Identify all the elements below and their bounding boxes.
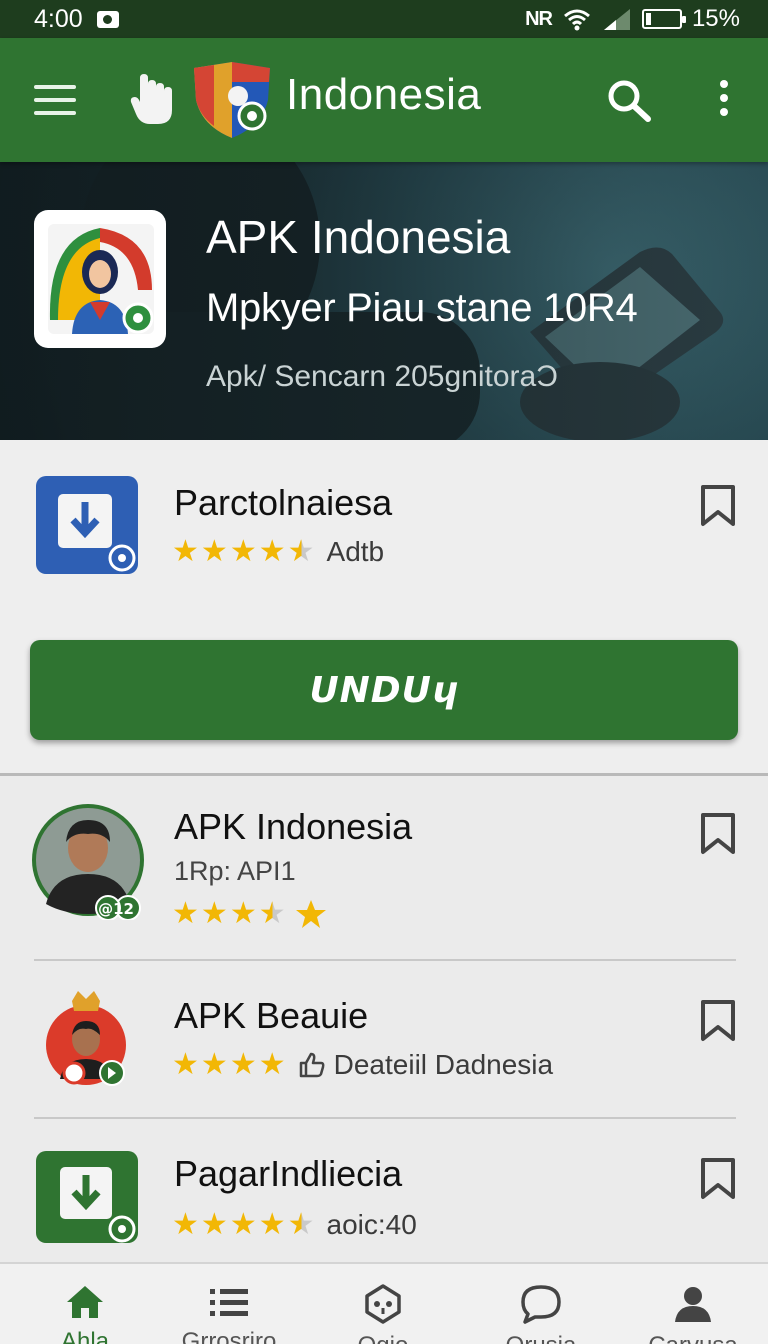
nav-home[interactable]: Ahla [20, 1284, 150, 1344]
game-icon [365, 1284, 401, 1324]
app-name[interactable]: APK Indonesia [174, 806, 412, 848]
app-icon [36, 1151, 138, 1243]
bookmark-icon[interactable] [698, 484, 738, 528]
more-vert-icon-dot [720, 108, 728, 116]
star-icon: ★ [229, 535, 257, 568]
list-item[interactable]: PagarIndliecia ★★★★★ aoic:40 [0, 1119, 768, 1262]
status-time: 4:00 [34, 4, 83, 33]
app-subtitle: 1Rp: API1 [174, 856, 296, 886]
star-icon: ★ [229, 1208, 257, 1241]
featured-app-name[interactable]: Parctolnaiesa [174, 482, 392, 524]
half-star-icon: ★ [287, 1208, 315, 1241]
half-star-icon: ★ [258, 897, 286, 930]
star-icon: ★ [258, 1208, 286, 1241]
nav-profile[interactable]: Carvusa [628, 1284, 758, 1344]
star-icon: ★ [258, 1048, 286, 1081]
battery-percent: 15% [691, 5, 740, 32]
thumbs-up-icon [299, 1052, 325, 1078]
star-icon: ★ [200, 1208, 228, 1241]
app-avatar-icon [46, 991, 126, 1086]
app-title: Indonesia [286, 70, 482, 119]
list-item[interactable]: APK Beauie ★★★★ Deateiil Dadnesia [0, 961, 768, 1117]
hero-title: APK Indonesia [206, 211, 511, 263]
star-icon: ★ [200, 535, 228, 568]
star-rating: ★★★★★ [172, 536, 317, 568]
wifi-icon [563, 9, 590, 31]
nav-label: Carvusa [628, 1332, 758, 1344]
search-icon[interactable] [606, 78, 652, 122]
app-detail: aoic:40 [326, 1209, 417, 1240]
app-detail: Deateiil Dadnesia [333, 1049, 554, 1080]
status-bar: 4:00 NR 15% [0, 0, 768, 38]
app-badge: @12 [98, 900, 134, 918]
star-icon: ★ [172, 535, 199, 568]
star-icon: ★ [229, 897, 257, 930]
status-indicators: NR 15% [525, 5, 740, 33]
menu-icon-line [34, 98, 76, 102]
nav-categories[interactable]: Grrosriro [164, 1284, 294, 1344]
download-icon [60, 1167, 136, 1243]
menu-icon-line [34, 111, 76, 115]
nav-label: Grrosriro [181, 1328, 277, 1344]
star-icon: ★ [258, 535, 286, 568]
battery-icon [641, 9, 686, 29]
star-icon: ★ [200, 1048, 228, 1081]
award-icon [295, 900, 326, 928]
list-icon [210, 1289, 248, 1316]
nav-chat[interactable]: Orusia [476, 1284, 606, 1344]
app-rating: ★★★★ [172, 898, 328, 930]
chat-icon [521, 1285, 561, 1324]
star-icon: ★ [172, 897, 199, 930]
nav-label: Orusia [476, 1332, 606, 1344]
bookmark-icon[interactable] [698, 812, 738, 856]
hero-meta: Apk/ Sencarn 205gnitoraƆ [206, 360, 558, 393]
menu-icon-line [34, 85, 76, 89]
half-star-icon: ★ [287, 535, 315, 568]
featured-rating: ★★★★★ Adtb [172, 536, 384, 568]
star-rating: ★★★★ [172, 1049, 288, 1081]
camera-notification-icon [96, 10, 119, 28]
nav-label: Ogio [318, 1332, 448, 1344]
featured-rating-label: Adtb [326, 536, 385, 567]
more-vert-icon-dot [720, 94, 728, 102]
star-icon: ★ [229, 1048, 257, 1081]
more-options-button[interactable] [712, 78, 736, 118]
hand-icon [130, 74, 172, 124]
app-rating: ★★★★★ aoic:40 [172, 1209, 417, 1241]
featured-app-card: Parctolnaiesa ★★★★★ Adtb UNDUɥ [0, 440, 768, 776]
app-name[interactable]: PagarIndliecia [174, 1153, 402, 1195]
app-rating: ★★★★ Deateiil Dadnesia [172, 1049, 553, 1081]
nav-label: Ahla [60, 1328, 110, 1344]
featured-app-icon[interactable] [36, 476, 138, 574]
profile-icon [675, 1287, 711, 1322]
bookmark-icon[interactable] [698, 999, 738, 1043]
hero-banner[interactable]: APK Indonesia Mpkyer Piau stane 10R4 Apk… [0, 162, 768, 440]
shield-logo-icon [194, 62, 270, 138]
hero-app-icon [34, 210, 166, 348]
star-rating: ★★★★ [172, 898, 288, 930]
battery-level [645, 13, 651, 25]
bookmark-icon[interactable] [698, 1157, 738, 1201]
star-rating: ★★★★★ [172, 1209, 317, 1241]
signal-icon [603, 9, 630, 30]
nfc-icon: NR [525, 7, 553, 30]
star-icon: ★ [172, 1208, 199, 1241]
download-button[interactable]: UNDUɥ [30, 640, 738, 740]
menu-button[interactable] [34, 82, 76, 118]
app-avatar-icon: @12 [32, 804, 144, 920]
nav-games[interactable]: Ogio [318, 1284, 448, 1344]
star-icon: ★ [172, 1048, 199, 1081]
app-bar: Indonesia [0, 38, 768, 162]
hero-subtitle: Mpkyer Piau stane 10R4 [206, 286, 638, 330]
list-item[interactable]: @12 APK Indonesia 1Rp: API1 ★★★★ [0, 776, 768, 960]
app-name[interactable]: APK Beauie [174, 995, 368, 1037]
more-vert-icon-dot [720, 80, 728, 88]
home-icon [67, 1286, 103, 1318]
bottom-navigation: Ahla Grrosriro Ogio Orusia Carvusa [0, 1262, 768, 1344]
download-icon [58, 494, 136, 572]
star-icon: ★ [200, 897, 228, 930]
